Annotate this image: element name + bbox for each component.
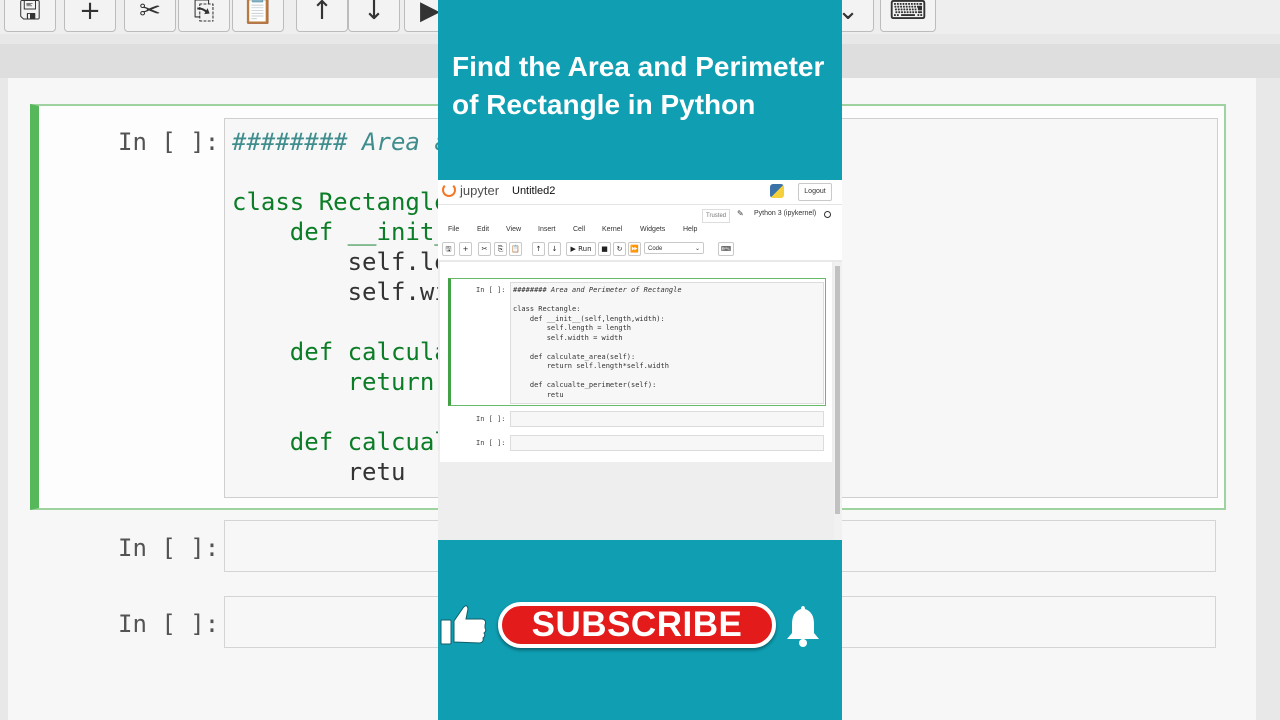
empty-code-cell[interactable]: [510, 411, 824, 427]
restart-button[interactable]: ↻: [613, 242, 626, 256]
copy-button[interactable]: ⎘: [494, 242, 507, 256]
background-code-line: def calcula: [232, 338, 449, 366]
menu-cell[interactable]: Cell: [573, 226, 585, 233]
down-arrow-icon: ↓: [348, 0, 400, 32]
keyboard-icon: ⌨: [880, 0, 936, 32]
subscribe-bar: SUBSCRIBE: [438, 598, 842, 654]
jupyter-logo-text: jupyter: [460, 183, 500, 198]
menu-widgets[interactable]: Widgets: [640, 226, 665, 233]
cell-prompt: In [ ]:: [476, 415, 506, 423]
up-arrow-icon: ↑: [296, 0, 348, 32]
video-title: Find the Area and Perimeter of Rectangle…: [452, 51, 825, 120]
save-button[interactable]: 🖫: [442, 242, 455, 256]
jupyter-header: jupyter Untitled2 Logout: [438, 180, 842, 205]
background-code-line: def calcual: [232, 428, 449, 456]
code-line: ######## Area and Perimeter of Rectangle: [513, 286, 682, 294]
menu-help[interactable]: Help: [683, 226, 697, 233]
thumbs-up-icon[interactable]: [440, 602, 488, 651]
cell-type-select[interactable]: Code ⌄: [644, 242, 704, 254]
cell-type-value: Code: [648, 246, 663, 252]
pencil-icon[interactable]: ✎: [737, 209, 744, 218]
background-prompt: In [ ]:: [118, 128, 220, 156]
trusted-badge[interactable]: Trusted: [702, 209, 731, 223]
background-code-line: def __init_: [232, 218, 449, 246]
cell-prompt: In [ ]:: [476, 286, 506, 294]
run-button[interactable]: ▶ Run: [566, 242, 596, 256]
jupyter-logo[interactable]: jupyter: [442, 183, 499, 198]
code-line: def calcualte_perimeter(self):: [513, 381, 657, 389]
interrupt-button[interactable]: ■: [598, 242, 611, 256]
background-code-line: ######## Area a: [232, 128, 449, 156]
copy-icon: ⎘: [178, 0, 230, 32]
jupyter-notebook-window: jupyter Untitled2 Logout Trusted ✎ Pytho…: [438, 180, 842, 540]
move-down-button[interactable]: ↓: [548, 242, 561, 256]
move-up-button[interactable]: ↑: [532, 242, 545, 256]
code-line: def calculate_area(self):: [513, 352, 636, 361]
code-line: retu: [513, 390, 564, 399]
menu-kernel[interactable]: Kernel: [602, 226, 622, 233]
background-code-line: retu: [232, 458, 406, 486]
paste-icon: 📋: [232, 0, 284, 32]
cell-prompt: In [ ]:: [476, 439, 506, 447]
background-code-line: class Rectangle: [232, 188, 449, 216]
menu-insert[interactable]: Insert: [538, 226, 556, 233]
notebook-title[interactable]: Untitled2: [512, 185, 555, 197]
scrollbar-thumb[interactable]: [835, 266, 840, 514]
command-palette-button[interactable]: ⌨: [718, 242, 734, 256]
notebook-area: In [ ]: ######## Area and Perimeter of R…: [438, 262, 834, 540]
bell-icon[interactable]: [786, 604, 820, 653]
logout-button[interactable]: Logout: [798, 183, 832, 201]
notebook-scrollbar[interactable]: [834, 262, 842, 540]
add-icon: +: [64, 0, 116, 32]
background-code-line: return: [232, 368, 449, 396]
background-code-line: self.le: [232, 248, 449, 276]
cut-button[interactable]: ✂: [478, 242, 491, 256]
subscribe-button[interactable]: SUBSCRIBE: [498, 602, 776, 648]
code-line: self.length = length: [513, 324, 632, 332]
menu-file[interactable]: File: [448, 226, 459, 233]
empty-code-cell[interactable]: [510, 435, 824, 451]
code-line: self.width = width: [513, 333, 623, 342]
code-line: class Rectangle:: [513, 305, 581, 313]
kernel-status-icon: [824, 211, 831, 218]
background-prompt: In [ ]:: [118, 610, 220, 638]
code-line: def __init__(self,length,width):: [513, 314, 665, 323]
kernel-name[interactable]: Python 3 (ipykernel): [754, 210, 816, 217]
jupyter-logo-icon: [442, 183, 456, 197]
cut-icon: ✂: [124, 0, 176, 32]
restart-run-all-button[interactable]: ⏩: [628, 242, 641, 256]
video-panel: Find the Area and Perimeter of Rectangle…: [438, 0, 842, 720]
notebook-toolbar: 🖫 + ✂ ⎘ 📋 ↑ ↓ ▶ Run ■ ↻ ⏩ ⌨: [442, 242, 834, 256]
menu-view[interactable]: View: [506, 226, 521, 233]
code-line: return self.length*self.width: [513, 362, 669, 370]
menu-edit[interactable]: Edit: [477, 226, 489, 233]
background-prompt: In [ ]:: [118, 534, 220, 562]
chevron-down-icon: ⌄: [694, 246, 700, 252]
notebook-page: In [ ]: ######## Area and Perimeter of R…: [440, 262, 832, 462]
background-code-line: self.wi: [232, 278, 449, 306]
python-icon: [770, 184, 784, 198]
save-icon: 🖫: [4, 0, 56, 32]
insert-cell-button[interactable]: +: [459, 242, 472, 256]
paste-button[interactable]: 📋: [509, 242, 522, 256]
